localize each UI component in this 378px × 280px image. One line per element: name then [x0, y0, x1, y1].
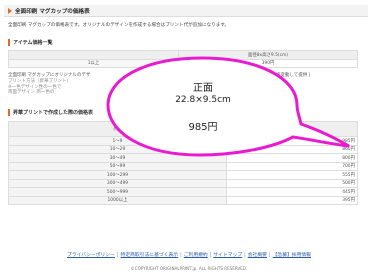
section-marker-icon	[8, 108, 10, 116]
print-price-section-heading: 昇華プリントで作成した際の価格表	[8, 108, 93, 116]
table-row: 300～499 500円	[8, 178, 358, 188]
callout-label: 正面	[193, 83, 213, 94]
table-row: 100～299 555円	[8, 170, 358, 180]
page-title: 全面印刷 マグカップの価格表	[15, 8, 90, 15]
price-cell: 395円	[226, 195, 358, 205]
footer-link-company[interactable]: 会社概要	[248, 253, 267, 258]
qty-cell: 500～999	[8, 187, 227, 197]
notes-line-text: 全面印刷 マグカップにオリジナルのデザ	[8, 73, 91, 78]
item-price-table: 面径8x高さ9.5(cm) 1以上 390円	[8, 50, 358, 68]
table-header-blank	[8, 50, 179, 60]
intro-text: 全面印刷 マグカップの価格表です。オリジナルのデザインを作成する場合はプリント代…	[8, 23, 230, 28]
copyright-text: ©COPYRIGHT ORIGINALPRINT.jp. ALL RIGHTS …	[130, 266, 248, 271]
table-header-size: 面径8x高さ9.5(cm)	[178, 50, 358, 60]
table-row: 10～29 860円	[8, 144, 358, 154]
qty-cell: 300～499	[8, 178, 227, 188]
print-price-table: 点数 正面 22.8x9.5cm 1～9 985円 10～29 860円 30～…	[8, 121, 358, 205]
item-qty-cell: 1以上	[8, 58, 179, 68]
item-price-section-heading: アイテム価格一覧	[8, 38, 53, 46]
price-cell: 555円	[226, 170, 358, 180]
notes-line-text: 両面デザイン 両一色の	[8, 90, 55, 96]
page-title-bar: 全面印刷 マグカップの価格表	[4, 5, 368, 17]
table-row: 1～9 985円	[8, 136, 358, 146]
notes-line-tail: プリントにより価格変動して提供 |	[240, 73, 311, 78]
price-cell: 500円	[226, 178, 358, 188]
price-cell: 700円	[226, 161, 358, 171]
item-price-section-title: アイテム価格一覧	[13, 39, 53, 46]
qty-cell: 1000以上	[8, 195, 227, 205]
qty-cell: 1～9	[8, 136, 227, 146]
table-row: 1000以上 395円	[8, 195, 358, 205]
footer-links: プライバシーポリシー | 特定商取引法に基づく表示 | ご利用規約 | サイトマップ | 会社概…	[67, 253, 311, 258]
table-row: 30～49 800円	[8, 153, 358, 163]
footer-link-privacy[interactable]: プライバシーポリシー	[67, 253, 115, 258]
footer-link-sitemap[interactable]: サイトマップ	[213, 253, 242, 258]
table-row: 50～99 700円	[8, 161, 358, 171]
notes-line-tail: 了承ください。	[260, 90, 292, 96]
section-marker-icon	[8, 38, 10, 46]
title-arrow-icon	[8, 7, 12, 14]
price-cell: 985円	[226, 136, 358, 146]
footer-link-legal[interactable]: 特定商取引法に基づく表示	[121, 253, 179, 258]
qty-cell: 30～49	[8, 153, 227, 163]
item-price-cell: 390円	[178, 58, 358, 68]
price-cell: 445円	[226, 187, 358, 197]
print-price-section-title: 昇華プリントで作成した際の価格表	[13, 109, 94, 116]
qty-cell: 50～99	[8, 161, 227, 171]
price-cell: 860円	[226, 144, 358, 154]
table-header-row: 面径8x高さ9.5(cm)	[8, 50, 358, 60]
table-row: 1以上 390円	[8, 58, 358, 68]
qty-cell: 10～29	[8, 144, 227, 154]
callout-size: 22.8×9.5cm	[175, 95, 231, 105]
footer-link-terms[interactable]: ご利用規約	[184, 253, 208, 258]
page: 全面印刷 マグカップの価格表 全面印刷 マグカップの価格表です。オリジナルのデザ…	[0, 0, 378, 280]
table-row: 500～999 445円	[8, 187, 358, 197]
footer-link-recruit[interactable]: 【急募】採用情報	[273, 253, 311, 258]
price-cell: 800円	[226, 153, 358, 163]
qty-cell: 100～299	[8, 170, 227, 180]
callout-price: 985円	[188, 122, 218, 133]
